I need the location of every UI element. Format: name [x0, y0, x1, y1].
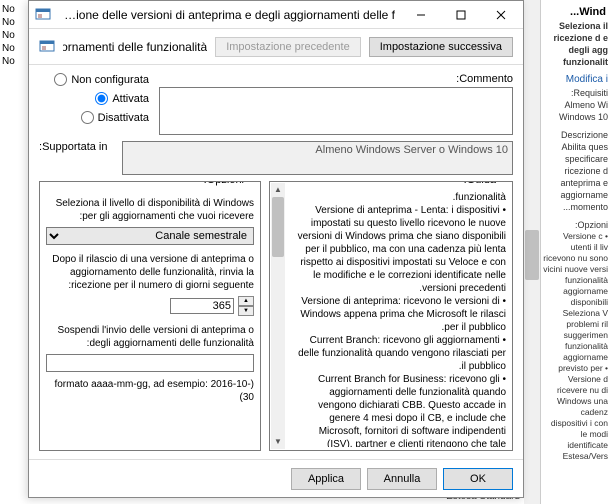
comment-label: Commento:	[159, 73, 513, 85]
defer-days-input[interactable]	[170, 298, 234, 314]
window-title: Seleziona il momento per la ricezione de…	[55, 8, 401, 22]
opt-readiness-label: Seleziona il livello di disponibilità di…	[46, 197, 254, 223]
radio-disabled[interactable]: Disattivata	[39, 111, 149, 124]
comment-textarea[interactable]	[159, 87, 513, 135]
background-right-panel: Wind... Seleziona il ricezione d e degli…	[540, 0, 610, 504]
radio-not-configured[interactable]: Non configurata	[39, 73, 149, 86]
options-pane: Opzioni: Seleziona il livello di disponi…	[39, 181, 261, 451]
opt-pause-label: Sospendi l'invio delle versioni di antep…	[46, 324, 254, 350]
policy-dialog: Seleziona il momento per la ricezione de…	[28, 0, 524, 498]
supported-label: Supportata in:	[39, 141, 114, 153]
gpo-icon	[35, 7, 51, 23]
titlebar: Seleziona il momento per la ricezione de…	[29, 1, 523, 29]
cancel-button[interactable]: Annulla	[367, 468, 437, 490]
prev-setting-button[interactable]: Impostazione precedente	[215, 37, 361, 57]
close-button[interactable]	[481, 2, 521, 28]
background-left-column: No No No No No	[0, 0, 20, 504]
ok-button[interactable]: OK	[443, 468, 513, 490]
minimize-button[interactable]	[401, 2, 441, 28]
radio-enabled[interactable]: Attivata	[39, 92, 149, 105]
background-scrollbar[interactable]	[524, 0, 540, 504]
help-scrollbar[interactable]: ▲▼	[271, 183, 285, 449]
help-pane: Guida: ▲▼ funzionalità. • Versione di an…	[269, 181, 513, 451]
maximize-button[interactable]	[441, 2, 481, 28]
readiness-combo[interactable]: Canale semestrale	[46, 227, 254, 245]
dialog-footer: OK Annulla Applica	[29, 459, 523, 497]
gpo-icon	[39, 39, 55, 55]
pause-date-input[interactable]	[46, 354, 254, 372]
opt-defer-label: Dopo il rilascio di una versione di ante…	[46, 253, 254, 292]
state-radio-group: Non configurata Attivata Disattivata	[39, 73, 149, 135]
policy-subtitle: Seleziona il momento per la ricezione de…	[63, 40, 207, 54]
spinner-buttons[interactable]: ▲▼	[238, 296, 254, 316]
next-setting-button[interactable]: Impostazione successiva	[369, 37, 513, 57]
apply-button[interactable]: Applica	[291, 468, 361, 490]
opt-format-hint: (formato aaaa-mm-gg, ad esempio: 2016-10…	[46, 378, 254, 404]
supported-text	[122, 141, 513, 175]
help-text: funzionalità. • Versione di anteprima - …	[276, 191, 506, 447]
sub-header: Seleziona il momento per la ricezione de…	[29, 29, 523, 65]
